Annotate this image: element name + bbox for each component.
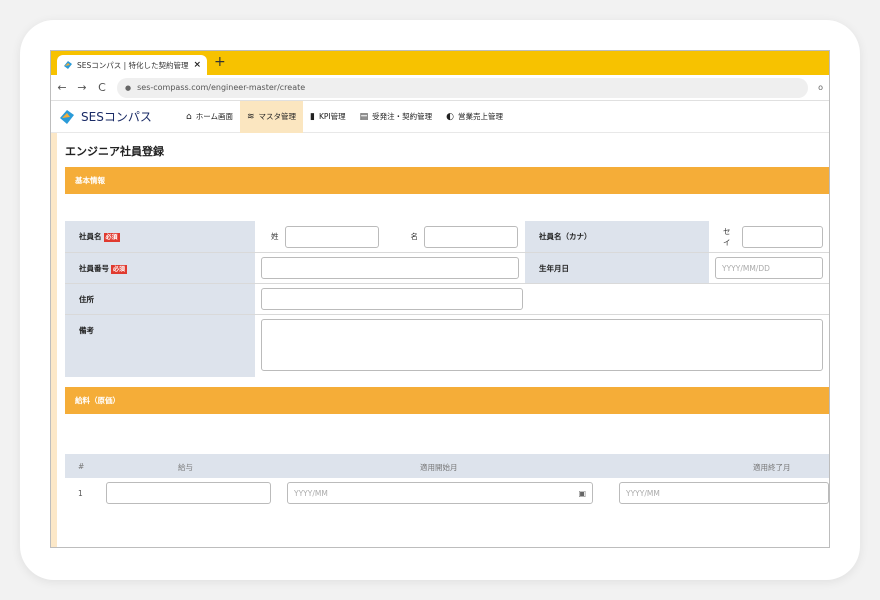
compass-favicon-icon <box>64 61 72 69</box>
nav-item-label: マスタ管理 <box>258 112 297 121</box>
section-basic-info: 基本情報 <box>65 167 829 194</box>
employee-number-value <box>255 253 525 283</box>
notes-label: 備考 <box>65 315 255 377</box>
extension-icon[interactable]: o <box>818 83 823 92</box>
address-bar-row: ← → C ● ses-compass.com/engineer-master/… <box>51 75 829 101</box>
calendar-icon[interactable]: ▣ <box>578 489 586 498</box>
nav-item-kpi[interactable]: ▮ KPI管理 <box>303 101 353 133</box>
kana-sei-label: セイ <box>723 226 731 247</box>
address-input[interactable] <box>261 288 523 310</box>
last-name-label: 姓 <box>271 232 279 241</box>
required-badge: 必須 <box>103 233 120 242</box>
nav-item-label: 受発注・契約管理 <box>372 112 433 121</box>
row-employee-number: 社員番号 必須 生年月日 YYYY/MM/DD <box>65 253 829 284</box>
home-icon: ⌂ <box>186 111 192 122</box>
content-left-border <box>51 133 57 547</box>
url-field[interactable]: ● ses-compass.com/engineer-master/create <box>117 77 809 98</box>
main-content: エンジニア社員登録 基本情報 社員名 必須 姓 名 社員名（カナ） セイ 社員番… <box>51 133 829 547</box>
start-month-placeholder: YYYY/MM <box>294 488 328 498</box>
nav-item-home[interactable]: ⌂ ホーム画面 <box>179 101 240 133</box>
address-value <box>255 284 829 314</box>
col-start-month-header: 適用開始月 <box>420 463 458 472</box>
end-month-input[interactable]: YYYY/MM <box>619 482 829 504</box>
employee-number-label: 社員番号 必須 <box>65 253 255 283</box>
row-notes: 備考 <box>65 315 829 377</box>
birthdate-value: YYYY/MM/DD <box>709 253 829 283</box>
app-logo[interactable]: SESコンパス <box>59 108 179 125</box>
salary-table-header: # 給与 適用開始月 適用終了月 <box>65 454 829 478</box>
first-name-input[interactable] <box>424 225 518 248</box>
required-badge: 必須 <box>111 265 128 274</box>
reload-button[interactable]: C <box>97 81 107 94</box>
birthdate-label: 生年月日 <box>525 253 709 283</box>
salary-table-row: 1 YYYY/MM ▣ YYYY/MM <box>65 482 829 506</box>
new-tab-button[interactable]: + <box>214 54 226 70</box>
nav-item-sales[interactable]: ◐ 営業売上管理 <box>439 101 510 133</box>
first-name-label: 名 <box>410 232 419 241</box>
url-text: ses-compass.com/engineer-master/create <box>137 83 306 92</box>
nav-item-master[interactable]: ≋ マスタ管理 <box>240 100 304 133</box>
browser-tab[interactable]: SESコンパス | 特化した契約管理・営業 × <box>57 55 207 75</box>
tab-title: SESコンパス | 特化した契約管理・営業 <box>77 60 189 70</box>
last-name-input[interactable] <box>284 225 379 248</box>
nav-item-contracts[interactable]: ▤ 受発注・契約管理 <box>353 101 440 133</box>
employee-name-kana-label: 社員名（カナ） <box>525 221 709 252</box>
document-icon: ▤ <box>359 111 369 122</box>
basic-info-form: 社員名 必須 姓 名 社員名（カナ） セイ 社員番号 必須 生年月日 YYYY/… <box>65 221 829 377</box>
col-salary-header: 給与 <box>178 463 193 472</box>
salary-input[interactable] <box>106 482 271 504</box>
notes-value <box>255 315 829 377</box>
nav-item-label: 営業売上管理 <box>458 112 504 121</box>
employee-name-kana-values: セイ <box>709 221 829 252</box>
address-label: 住所 <box>65 284 255 314</box>
employee-name-label: 社員名 必須 <box>65 221 255 252</box>
chart-icon: ▮ <box>310 111 315 122</box>
notes-textarea[interactable] <box>261 319 823 371</box>
nav-item-label: ホーム画面 <box>195 112 233 121</box>
col-index-header: # <box>78 462 85 471</box>
app-navbar: SESコンパス ⌂ ホーム画面 ≋ マスタ管理 ▮ KPI管理 ▤ 受発注・契約… <box>51 100 829 133</box>
tab-close-icon[interactable]: × <box>193 60 201 70</box>
compass-logo-icon <box>60 109 74 124</box>
birthdate-input[interactable]: YYYY/MM/DD <box>715 257 823 279</box>
browser-window: SESコンパス | 特化した契約管理・営業 × + ← → C ● ses-co… <box>50 50 830 548</box>
employee-number-input[interactable] <box>261 257 519 279</box>
row-employee-name: 社員名 必須 姓 名 社員名（カナ） セイ <box>65 221 829 253</box>
employee-number-label-text: 社員番号 <box>79 264 109 273</box>
back-button[interactable]: ← <box>57 81 67 94</box>
section-salary: 給料（原価） <box>65 387 829 414</box>
forward-button[interactable]: → <box>77 81 87 94</box>
tab-bar: SESコンパス | 特化した契約管理・営業 × + <box>51 51 829 75</box>
col-end-month-header: 適用終了月 <box>753 463 791 472</box>
employee-name-values: 姓 名 <box>255 221 525 252</box>
start-month-input[interactable]: YYYY/MM ▣ <box>287 482 593 504</box>
row-address: 住所 <box>65 284 829 315</box>
kana-sei-input[interactable] <box>742 225 823 248</box>
database-icon: ≋ <box>247 111 255 122</box>
lock-icon: ● <box>125 83 132 92</box>
page-title: エンジニア社員登録 <box>65 145 164 158</box>
pie-chart-icon: ◐ <box>446 111 455 122</box>
logo-text: SESコンパス <box>81 110 152 124</box>
nav-item-label: KPI管理 <box>319 112 346 121</box>
employee-name-label-text: 社員名 <box>79 232 102 241</box>
row-index: 1 <box>78 489 83 498</box>
end-month-placeholder: YYYY/MM <box>626 488 660 498</box>
